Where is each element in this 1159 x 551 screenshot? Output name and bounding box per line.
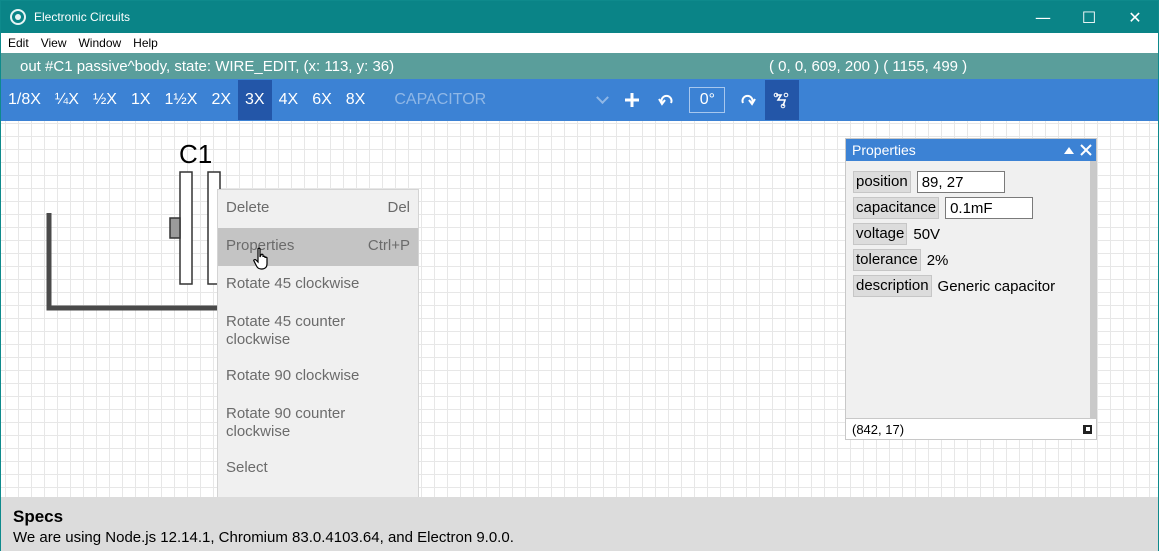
collapse-icon[interactable] bbox=[1064, 146, 1074, 154]
menu-window[interactable]: Window bbox=[72, 33, 127, 53]
properties-header[interactable]: Properties bbox=[846, 139, 1096, 161]
zoom-1-2x-button[interactable]: ½X bbox=[86, 80, 124, 120]
property-row: capacitance bbox=[853, 197, 1090, 219]
component-select[interactable]: CAPACITOR bbox=[380, 80, 615, 120]
component-select-value: CAPACITOR bbox=[394, 91, 487, 108]
zoom-1x-button[interactable]: 1X bbox=[124, 80, 158, 120]
position-input[interactable] bbox=[916, 171, 1005, 193]
voltage-value: 50V bbox=[913, 225, 941, 243]
zoom-3x-button[interactable]: 3X bbox=[238, 80, 272, 120]
specs-text: We are using Node.js 12.14.1, Chromium 8… bbox=[13, 529, 514, 546]
menu-view[interactable]: View bbox=[35, 33, 73, 53]
property-row: voltage 50V bbox=[853, 223, 1090, 245]
context-menu: Delete Del Properties Ctrl+P Rotate 45 c… bbox=[217, 189, 419, 501]
menu-item-properties[interactable]: Properties Ctrl+P bbox=[218, 228, 418, 266]
window-controls: — ☐ ✕ bbox=[1020, 1, 1158, 33]
property-label: tolerance bbox=[853, 249, 921, 271]
title-bar: Electronic Circuits — ☐ ✕ bbox=[1, 1, 1158, 33]
rotate-left-icon bbox=[658, 94, 673, 106]
panel-coords: (842, 17) bbox=[852, 421, 905, 437]
rotate-right-button[interactable] bbox=[731, 80, 765, 120]
property-row: description Generic capacitor bbox=[853, 275, 1090, 297]
properties-body: position capacitance voltage 50V toleran… bbox=[846, 161, 1090, 419]
properties-title: Properties bbox=[852, 142, 916, 158]
menu-edit[interactable]: Edit bbox=[1, 33, 35, 53]
resize-icon[interactable] bbox=[1083, 424, 1092, 434]
hand-cursor-icon bbox=[253, 247, 268, 270]
window-title: Electronic Circuits bbox=[34, 10, 131, 24]
specs-section: Specs We are using Node.js 12.14.1, Chro… bbox=[1, 497, 1158, 551]
capacitance-input[interactable] bbox=[945, 197, 1034, 219]
menu-item-rotate-90-cw[interactable]: Rotate 90 clockwise bbox=[218, 358, 418, 396]
wire-edit-icon bbox=[774, 92, 789, 109]
toolbar: 1/8X ¼X ½X 1X 1½X 2X 3X 4X 6X 8X CAPACIT… bbox=[1, 79, 1158, 121]
angle-display: 0° bbox=[689, 87, 726, 113]
property-label: capacitance bbox=[853, 197, 940, 219]
property-label: description bbox=[853, 275, 932, 297]
status-bar: out #C1 passive^body, state: WIRE_EDIT, … bbox=[1, 53, 1158, 79]
property-label: position bbox=[853, 171, 911, 193]
rotate-left-button[interactable] bbox=[649, 80, 683, 120]
zoom-1-4x-button[interactable]: ¼X bbox=[48, 80, 86, 120]
plus-icon bbox=[625, 93, 640, 107]
status-text: out #C1 passive^body, state: WIRE_EDIT, … bbox=[20, 57, 395, 75]
maximize-button[interactable]: ☐ bbox=[1066, 1, 1112, 33]
zoom-8x-button[interactable]: 8X bbox=[339, 80, 373, 120]
menu-item-rotate-45-ccw[interactable]: Rotate 45 counter clockwise bbox=[218, 304, 418, 358]
app-icon bbox=[10, 9, 26, 25]
zoom-1-5x-button[interactable]: 1½X bbox=[158, 80, 205, 120]
close-button[interactable]: ✕ bbox=[1112, 1, 1158, 33]
capacitor-plate-left bbox=[179, 171, 193, 285]
zoom-6x-button[interactable]: 6X bbox=[305, 80, 339, 120]
shortcut-label: Ctrl+P bbox=[367, 237, 410, 254]
rotate-right-icon bbox=[741, 94, 757, 106]
menu-bar: Edit View Window Help bbox=[1, 33, 1158, 53]
component-label: C1 bbox=[179, 139, 213, 169]
status-coords: ( 0, 0, 609, 200 ) ( 1155, 499 ) bbox=[769, 57, 968, 75]
property-label: voltage bbox=[853, 223, 908, 245]
close-icon[interactable] bbox=[1080, 144, 1092, 156]
chevron-down-icon bbox=[596, 90, 610, 104]
menu-item-rotate-45-cw[interactable]: Rotate 45 clockwise bbox=[218, 266, 418, 304]
menu-item-delete[interactable]: Delete Del bbox=[218, 190, 418, 228]
wire bbox=[46, 213, 231, 311]
wire-edit-button[interactable] bbox=[765, 80, 800, 120]
properties-scrollbar[interactable] bbox=[1090, 161, 1096, 419]
menu-help[interactable]: Help bbox=[127, 33, 164, 53]
specs-title: Specs bbox=[13, 507, 64, 526]
description-value: Generic capacitor bbox=[937, 277, 1056, 295]
menu-item-rotate-90-ccw[interactable]: Rotate 90 counter clockwise bbox=[218, 396, 418, 450]
add-button[interactable] bbox=[615, 80, 649, 120]
properties-footer: (842, 17) bbox=[846, 418, 1096, 439]
zoom-4x-button[interactable]: 4X bbox=[272, 80, 306, 120]
zoom-2x-button[interactable]: 2X bbox=[204, 80, 238, 120]
menu-item-select[interactable]: Select bbox=[218, 450, 418, 488]
properties-panel: Properties position capacitance voltage … bbox=[845, 138, 1097, 440]
tolerance-value: 2% bbox=[926, 251, 949, 269]
minimize-button[interactable]: — bbox=[1020, 1, 1066, 33]
capacitor-terminal bbox=[169, 217, 181, 239]
shortcut-label: Del bbox=[387, 199, 410, 216]
zoom-1-8x-button[interactable]: 1/8X bbox=[1, 80, 48, 120]
property-row: position bbox=[853, 171, 1090, 193]
property-row: tolerance 2% bbox=[853, 249, 1090, 271]
